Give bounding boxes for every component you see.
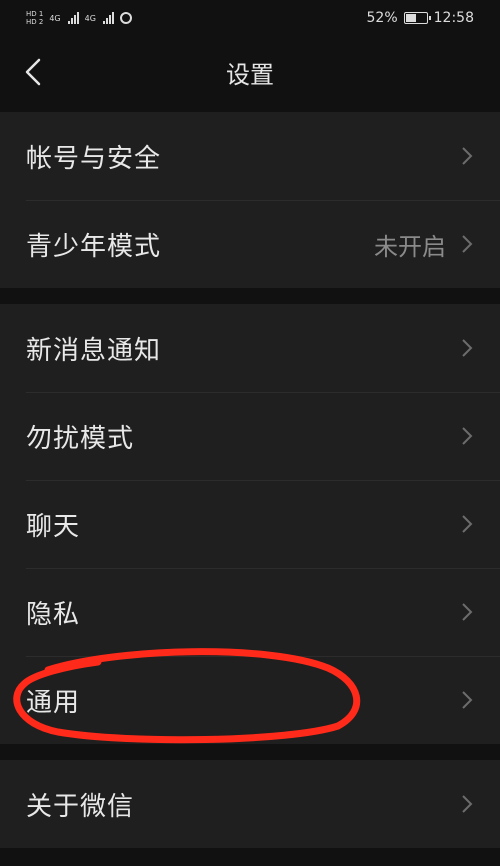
row-chat[interactable]: 聊天 [0,480,500,568]
settings-group-about: 关于微信 [0,760,500,848]
chevron-right-icon [462,515,473,533]
row-privacy[interactable]: 隐私 [0,568,500,656]
network-type-2: 4G [84,13,96,23]
status-bar: HD 1 HD 2 4G 4G 52% 12:58 [0,0,500,36]
row-youth-mode[interactable]: 青少年模式 未开启 [0,200,500,288]
chevron-right-icon [462,235,473,253]
row-label: 帐号与安全 [26,143,162,174]
hd-indicator: HD 1 HD 2 [26,10,43,26]
chevron-right-icon [462,339,473,357]
youth-mode-status: 未开启 [374,232,446,261]
chevron-right-icon [462,427,473,445]
settings-group-general: 新消息通知 勿扰模式 聊天 隐私 通用 [0,304,500,744]
signal-icon [67,12,79,24]
settings-group-account: 帐号与安全 青少年模式 未开启 [0,112,500,288]
chevron-right-icon [462,147,473,165]
nav-bar: 设置 [0,36,500,108]
back-button[interactable] [18,54,48,90]
battery-icon [403,12,431,24]
chevron-left-icon [25,58,41,86]
row-label: 勿扰模式 [26,423,135,454]
row-label: 关于微信 [26,791,135,822]
alarm-icon [119,12,132,24]
chevron-right-icon [462,691,473,709]
hd1-label: HD 1 [26,10,44,18]
row-label: 青少年模式 [26,231,162,262]
battery-percent: 52% [366,10,398,26]
row-account-security[interactable]: 帐号与安全 [0,112,500,200]
chevron-right-icon [462,603,473,621]
clock: 12:58 [433,10,474,26]
signal-icon [102,12,114,24]
network-type-1: 4G [49,13,61,23]
battery-fill [405,14,416,22]
hd2-label: HD 2 [26,18,44,26]
chevron-right-icon [462,795,473,813]
row-label: 隐私 [26,599,81,630]
row-label: 聊天 [26,511,81,542]
status-right: 52% 12:58 [367,10,474,26]
row-label: 新消息通知 [26,335,162,366]
status-left: HD 1 HD 2 4G 4G [26,10,132,26]
row-do-not-disturb[interactable]: 勿扰模式 [0,392,500,480]
row-label: 通用 [26,687,81,718]
row-about-wechat[interactable]: 关于微信 [0,760,500,848]
row-new-message-notifications[interactable]: 新消息通知 [0,304,500,392]
page-title: 设置 [226,60,274,89]
row-general[interactable]: 通用 [0,656,500,744]
